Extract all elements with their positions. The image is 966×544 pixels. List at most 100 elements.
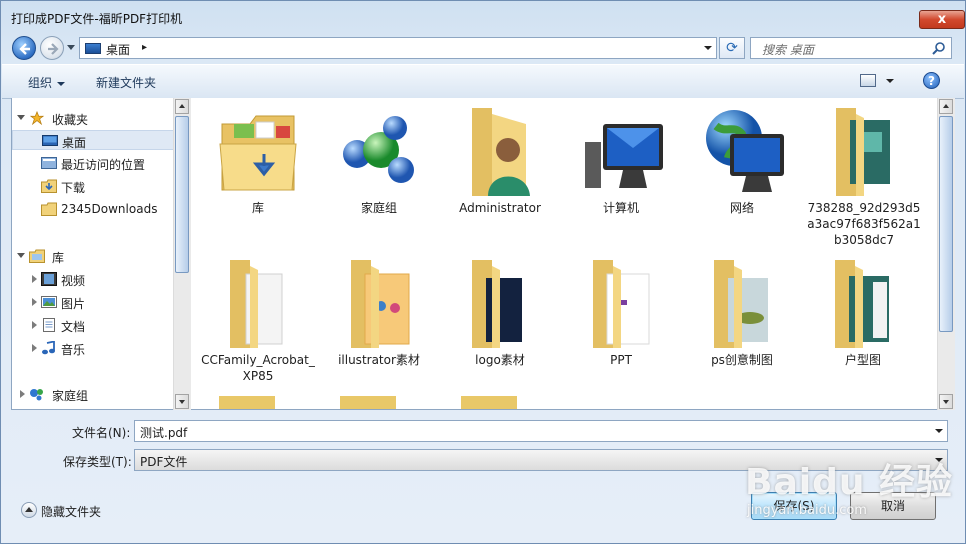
sidebar-item-music[interactable]: 音乐 bbox=[12, 338, 174, 358]
sidebar-item-label: 文档 bbox=[61, 320, 86, 334]
sidebar-item-label: 视频 bbox=[61, 274, 86, 288]
scroll-down-button[interactable] bbox=[939, 394, 953, 409]
file-item-738288[interactable]: 738288_92d293d5a3ac97f683f562a1b3058dc7 bbox=[804, 104, 924, 248]
video-library-icon bbox=[41, 272, 57, 286]
sidebar-item-recent-places[interactable]: 最近访问的位置 bbox=[12, 153, 174, 173]
sidebar-favorites-header[interactable]: 收藏夹 bbox=[12, 108, 174, 128]
chevron-right-icon[interactable] bbox=[32, 344, 37, 352]
libraries-label: 库 bbox=[52, 251, 65, 265]
file-item-ps[interactable]: ps创意制图 bbox=[683, 256, 801, 368]
music-library-icon bbox=[42, 341, 55, 355]
search-input[interactable]: 搜索 桌面 bbox=[762, 41, 814, 58]
watermark-url: jingyan.baidu.com bbox=[747, 503, 867, 518]
file-item-homegroup[interactable]: 家庭组 bbox=[320, 104, 438, 216]
folder-icon bbox=[593, 260, 650, 348]
sidebar-item-2345downloads[interactable]: 2345Downloads bbox=[12, 199, 174, 219]
file-name: Administrator bbox=[459, 201, 541, 215]
search-box[interactable]: 搜索 桌面 bbox=[750, 37, 952, 59]
sidebar-homegroup-header[interactable]: 家庭组 bbox=[12, 384, 174, 404]
file-list-view: 库 家庭组 Administrator 计算机 网络 738288_92d293… bbox=[191, 98, 937, 410]
folder-icon[interactable] bbox=[219, 396, 275, 409]
file-name: 库 bbox=[251, 201, 264, 215]
organize-menu[interactable]: 组织 bbox=[28, 74, 66, 91]
sidebar-item-pictures[interactable]: 图片 bbox=[12, 292, 174, 312]
scroll-thumb[interactable] bbox=[175, 116, 189, 273]
scroll-up-button[interactable] bbox=[939, 99, 953, 114]
file-item-computer[interactable]: 计算机 bbox=[562, 104, 680, 216]
scroll-down-button[interactable] bbox=[175, 394, 189, 409]
sidebar-scrollbar[interactable] bbox=[173, 98, 191, 410]
refresh-button[interactable]: ⟳ bbox=[719, 37, 745, 59]
address-bar[interactable]: 桌面 ▸ bbox=[79, 37, 717, 59]
user-folder-icon bbox=[472, 108, 530, 196]
baidu-watermark: Baidu 经验 bbox=[745, 462, 954, 503]
chevron-right-icon[interactable] bbox=[32, 275, 37, 283]
sidebar-item-videos[interactable]: 视频 bbox=[12, 269, 174, 289]
address-dropdown-icon[interactable] bbox=[704, 46, 712, 50]
desktop-icon bbox=[42, 135, 58, 146]
change-view-icon[interactable] bbox=[860, 74, 876, 87]
chevron-right-icon[interactable] bbox=[20, 390, 25, 398]
sidebar-item-label: 图片 bbox=[61, 297, 86, 311]
sidebar-libraries-header[interactable]: 库 bbox=[12, 246, 174, 266]
forward-button[interactable] bbox=[40, 36, 64, 60]
chevron-right-icon[interactable] bbox=[32, 298, 37, 306]
search-icon[interactable] bbox=[932, 41, 946, 55]
file-item-network[interactable]: 网络 bbox=[683, 104, 801, 216]
expand-icon[interactable] bbox=[17, 253, 25, 258]
scroll-up-button[interactable] bbox=[175, 99, 189, 114]
library-icon bbox=[29, 249, 45, 263]
help-icon[interactable]: ? bbox=[923, 72, 940, 89]
close-button[interactable]: x bbox=[919, 10, 965, 29]
file-name: 户型图 bbox=[844, 353, 881, 367]
file-name: 家庭组 bbox=[360, 201, 397, 215]
save-dialog-window: 打印成PDF文件-福昕PDF打印机 x 桌面 ▸ ⟳ 搜索 桌面 组织 新建文件… bbox=[0, 0, 966, 544]
filename-input[interactable]: 测试.pdf bbox=[134, 420, 948, 442]
file-list-scrollbar[interactable] bbox=[937, 98, 955, 410]
window-title: 打印成PDF文件-福昕PDF打印机 bbox=[11, 12, 183, 26]
file-item-ccfamily[interactable]: CCFamily_Acrobat_XP85 bbox=[199, 256, 317, 384]
sidebar-item-desktop[interactable]: 桌面 bbox=[12, 130, 174, 150]
chevron-right-icon[interactable] bbox=[32, 321, 37, 329]
file-item-libraries[interactable]: 库 bbox=[199, 104, 317, 216]
documents-library-icon bbox=[43, 318, 55, 332]
new-folder-button[interactable]: 新建文件夹 bbox=[96, 74, 156, 91]
recent-pages-dropdown[interactable] bbox=[67, 45, 75, 50]
folder-icon[interactable] bbox=[461, 396, 517, 409]
computer-icon bbox=[585, 124, 663, 188]
folder-icon[interactable] bbox=[340, 396, 396, 409]
expand-icon[interactable] bbox=[17, 115, 25, 120]
folder-icon bbox=[836, 108, 890, 196]
file-name: ps创意制图 bbox=[711, 353, 773, 367]
view-options-dropdown[interactable] bbox=[886, 79, 894, 83]
file-name: 网络 bbox=[729, 201, 754, 215]
folder-icon bbox=[472, 260, 522, 348]
chevron-down-icon[interactable] bbox=[935, 429, 943, 433]
breadcrumb-separator[interactable]: ▸ bbox=[142, 42, 147, 53]
file-name: 计算机 bbox=[602, 201, 639, 215]
sidebar-item-label: 2345Downloads bbox=[61, 202, 158, 216]
back-button[interactable] bbox=[12, 36, 36, 60]
organize-label: 组织 bbox=[28, 76, 53, 90]
title-bar[interactable]: 打印成PDF文件-福昕PDF打印机 x bbox=[1, 1, 965, 34]
sidebar-item-label: 最近访问的位置 bbox=[61, 158, 146, 172]
filename-label: 文件名(N): bbox=[72, 426, 131, 440]
sidebar-item-documents[interactable]: 文档 bbox=[12, 315, 174, 335]
sidebar-item-downloads[interactable]: 下载 bbox=[12, 176, 174, 196]
sidebar-item-label: 音乐 bbox=[61, 343, 86, 357]
scroll-thumb[interactable] bbox=[939, 116, 953, 332]
file-item-logo[interactable]: logo素材 bbox=[441, 256, 559, 368]
hide-folders-label: 隐藏文件夹 bbox=[41, 505, 102, 519]
folder-icon bbox=[351, 260, 410, 348]
file-item-ppt[interactable]: PPT bbox=[562, 256, 680, 368]
homegroup-label: 家庭组 bbox=[52, 389, 89, 403]
file-name: logo素材 bbox=[475, 353, 525, 367]
filename-value: 测试.pdf bbox=[140, 426, 188, 440]
chevron-up-icon bbox=[21, 502, 37, 518]
homegroup-icon bbox=[343, 116, 414, 183]
file-name: illustrator素材 bbox=[338, 353, 420, 367]
file-item-illustrator[interactable]: illustrator素材 bbox=[320, 256, 438, 368]
file-item-administrator[interactable]: Administrator bbox=[441, 104, 559, 216]
folder-icon bbox=[835, 260, 889, 348]
file-item-floorplan[interactable]: 户型图 bbox=[804, 256, 922, 368]
